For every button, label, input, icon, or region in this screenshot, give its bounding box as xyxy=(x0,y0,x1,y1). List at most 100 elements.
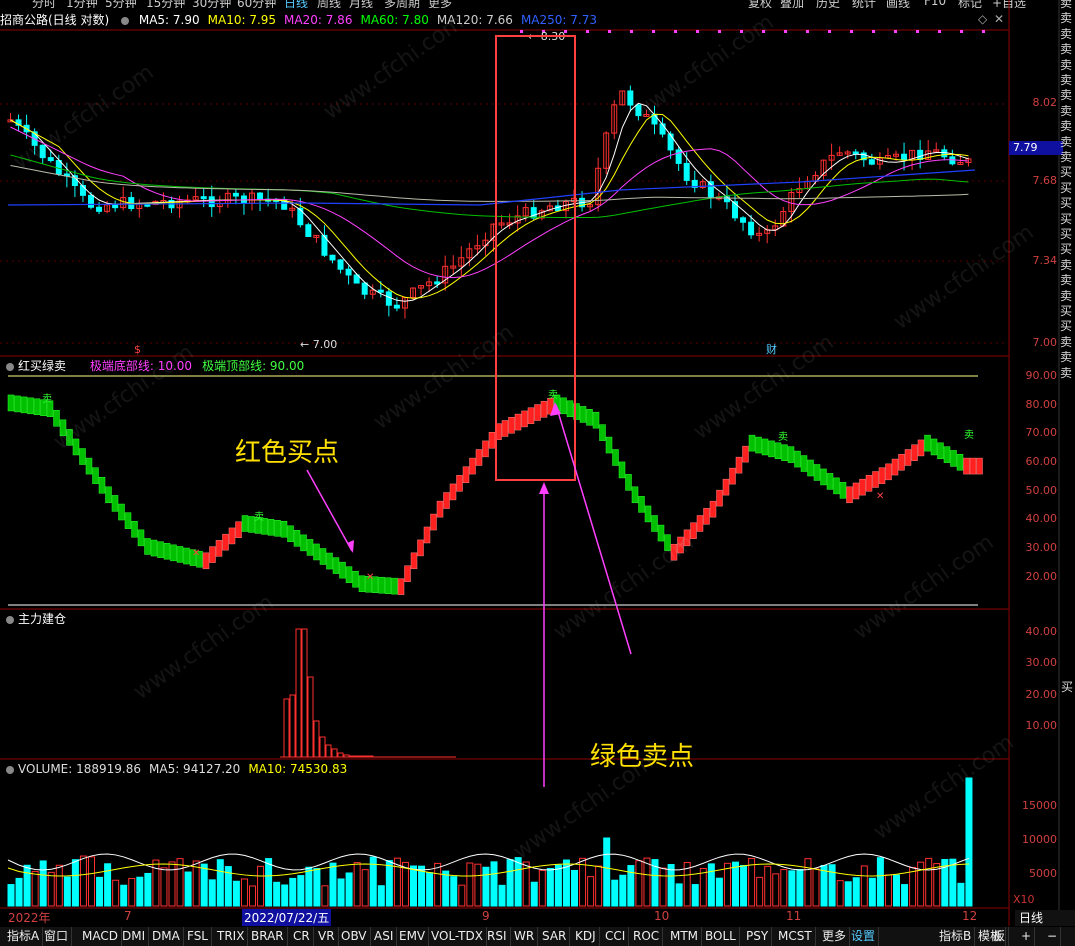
volume-bar xyxy=(385,860,393,907)
oscillator-bar xyxy=(98,476,106,494)
oscillator-bar xyxy=(592,411,600,429)
volume-bar xyxy=(63,876,71,907)
oscillator-bar xyxy=(865,475,873,492)
indicator-tab[interactable]: FSL xyxy=(184,927,212,946)
candle xyxy=(868,159,875,165)
sell-signal-mark: 卖 xyxy=(42,393,52,405)
side-signal-label: 买 xyxy=(1060,304,1073,318)
watermark-text: www.cfchi.com xyxy=(629,10,778,125)
indicator-tab[interactable]: EMV xyxy=(396,927,430,946)
volume-bar xyxy=(732,861,739,907)
remove-icon[interactable]: − xyxy=(1044,927,1062,946)
indicator-tab[interactable]: VR xyxy=(315,927,339,946)
indicator-tab[interactable]: 设置 xyxy=(848,927,880,946)
volume-bar xyxy=(15,877,23,907)
indicator-tab[interactable]: DMA xyxy=(149,927,184,946)
indicator-tab[interactable]: PSY xyxy=(743,927,773,946)
volume-bar xyxy=(410,865,417,907)
indicator-tab[interactable]: WR xyxy=(511,927,539,946)
oscillator-bar xyxy=(358,575,366,593)
oscillator-bar xyxy=(800,455,808,472)
volume-bar xyxy=(418,865,426,907)
side-signal-label: 买 xyxy=(1060,211,1073,226)
indicator-tab[interactable]: SAR xyxy=(539,927,571,946)
template-tab[interactable]: 指标B xyxy=(936,927,976,946)
ma120-line xyxy=(10,165,969,202)
indicator-tab[interactable]: 指标A xyxy=(4,927,44,946)
volume-bar xyxy=(128,877,136,907)
indicator2-toggle-icon[interactable] xyxy=(6,615,14,624)
oscillator-bar xyxy=(690,522,697,539)
volume-bar xyxy=(571,869,578,907)
side-signal-label: 卖 xyxy=(1060,0,1073,10)
volume-bar xyxy=(901,884,909,907)
oscillator-bar xyxy=(326,552,333,570)
date-axis-label: 12 xyxy=(962,909,978,923)
add-icon[interactable]: + xyxy=(1018,927,1036,946)
build-bar xyxy=(325,744,332,758)
indicator-tab[interactable]: MACD xyxy=(79,927,122,946)
indicator-tab[interactable]: CCI xyxy=(602,927,630,946)
indicator-tab[interactable]: MTM xyxy=(667,927,703,946)
price-tick: 7.68 xyxy=(1032,174,1058,187)
oscillator-bar xyxy=(833,477,840,495)
oscillator-bar xyxy=(898,454,905,471)
side-signal-label: 卖 xyxy=(1060,365,1073,380)
template-tab[interactable]: 板 xyxy=(990,927,1010,946)
volume-bar xyxy=(176,858,184,907)
oscillator-bar xyxy=(332,557,340,574)
indicator1-toggle-icon[interactable] xyxy=(6,362,14,371)
volume-bar xyxy=(675,883,683,907)
oscillator-bar xyxy=(644,505,652,523)
oscillator-bar xyxy=(579,406,587,423)
period-indicator[interactable]: 日线 xyxy=(1015,910,1075,926)
volume-bar xyxy=(780,869,788,907)
oscillator-bar xyxy=(716,489,723,507)
watermark-text: www.cfchi.com xyxy=(689,330,838,445)
volume-bar xyxy=(699,867,707,907)
build-bar xyxy=(283,698,290,758)
indicator-tab[interactable]: BOLL xyxy=(702,927,740,946)
indicator-tab[interactable]: 窗口 xyxy=(41,927,73,946)
indicator2-name[interactable]: 主力建仓 xyxy=(18,612,66,626)
volume-side-label: 买 xyxy=(1061,680,1074,694)
candle xyxy=(901,153,908,161)
indicator-tab[interactable]: OBV xyxy=(338,927,371,946)
price-tick: 8.02 xyxy=(1032,96,1058,109)
signal-dot xyxy=(938,30,941,33)
watermark-text: www.cfchi.com xyxy=(129,590,278,705)
candle xyxy=(345,268,352,276)
buy-signal-mark: ✕ xyxy=(876,491,884,502)
oscillator-bar xyxy=(774,442,782,460)
oscillator-bar xyxy=(976,457,983,475)
oscillator-bar xyxy=(904,449,912,466)
volume-bar xyxy=(836,880,844,907)
build-bar xyxy=(337,752,344,758)
oscillator-bar xyxy=(202,552,210,570)
oscillator-bar xyxy=(872,471,879,488)
indicator-tab[interactable]: ASI xyxy=(371,927,398,946)
volume-toggle-icon[interactable] xyxy=(6,765,14,774)
indicator-tab[interactable]: KDJ xyxy=(572,927,600,946)
indicator-tab[interactable]: VOL-TDX xyxy=(428,927,487,946)
volume-bar xyxy=(723,862,731,907)
indicator-tab[interactable]: DMI xyxy=(119,927,150,946)
chart-canvas[interactable]: ← 8.30← 7.00$ 财卖卖卖卖 卖✕✕✕✕www.cfchi.com www.… xyxy=(0,0,1075,946)
indicator-tab[interactable]: 更多 xyxy=(819,927,851,946)
indicator1-name[interactable]: 红买绿卖 xyxy=(18,359,66,373)
indicator-tab[interactable]: ROC xyxy=(630,927,664,946)
oscillator-bar xyxy=(274,520,281,537)
indicator-tab[interactable]: TRIX xyxy=(214,927,249,946)
oscillator-bar xyxy=(508,417,515,434)
indicator-tab[interactable]: CR xyxy=(290,927,314,946)
oscillator-bar xyxy=(878,467,886,484)
indicator-tab[interactable]: RSI xyxy=(484,927,511,946)
oscillator-bar xyxy=(144,538,151,555)
signal-dot xyxy=(916,30,919,33)
volume-bar xyxy=(39,860,47,907)
candle xyxy=(683,162,690,181)
indicator-tab[interactable]: BRAR xyxy=(248,927,288,946)
volume-bar xyxy=(474,863,482,907)
indicator-tab[interactable]: MCST xyxy=(775,927,816,946)
oscillator-bar xyxy=(521,410,528,428)
